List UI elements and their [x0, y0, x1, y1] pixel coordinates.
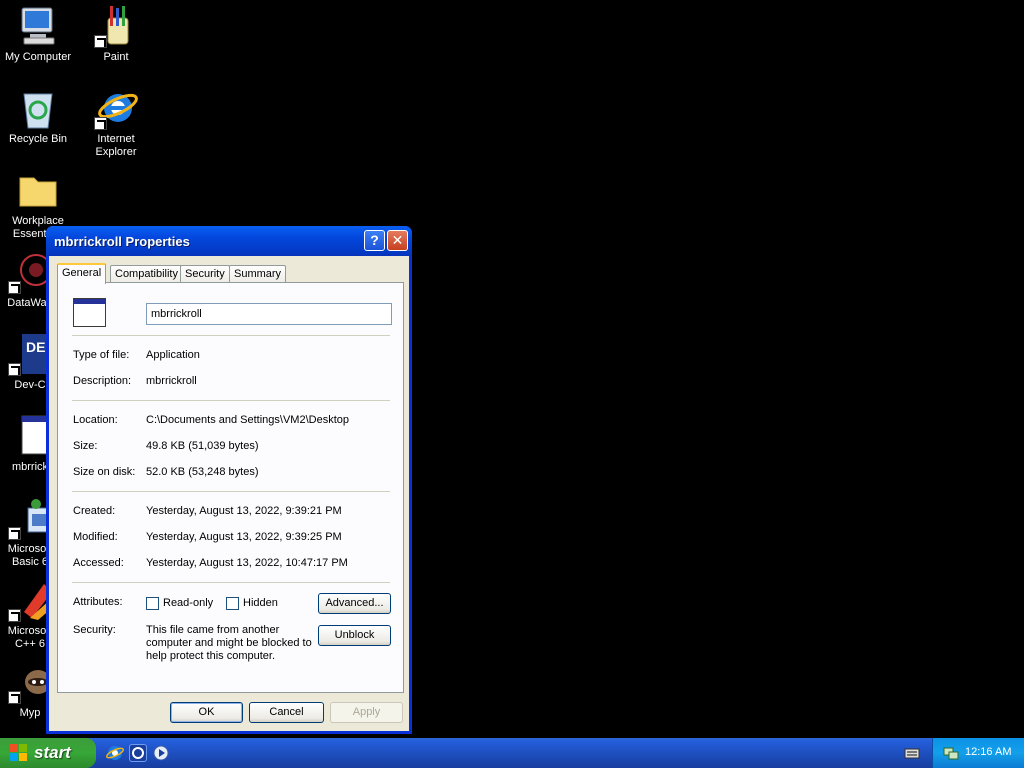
separator [72, 491, 390, 492]
recycle-bin-icon [16, 86, 60, 130]
cancel-button[interactable]: Cancel [249, 702, 324, 723]
security-label: Security: [73, 624, 116, 636]
accessed-label: Accessed: [73, 557, 124, 569]
type-label: Type of file: [73, 349, 130, 361]
separator [72, 400, 390, 401]
separator [72, 335, 390, 336]
desktop-icon-my-computer[interactable]: My Computer [0, 4, 76, 64]
folder-icon [16, 168, 60, 212]
created-label: Created: [73, 505, 116, 517]
type-value: Application [146, 349, 200, 361]
location-value: C:\Documents and Settings\VM2\Desktop [146, 414, 349, 426]
internet-explorer-icon [94, 86, 138, 130]
modified-label: Modified: [73, 531, 118, 543]
shortcut-arrow-icon [8, 609, 21, 622]
unblock-button[interactable]: Unblock [318, 625, 391, 646]
separator [72, 582, 390, 583]
application-icon [73, 298, 106, 327]
shortcut-arrow-icon [8, 363, 21, 376]
location-label: Location: [73, 414, 118, 426]
file-name-input[interactable] [146, 303, 392, 325]
quicklaunch-show-desktop-icon[interactable] [129, 744, 147, 762]
clock[interactable]: 12:16 AM [965, 746, 1011, 758]
quicklaunch-internet-explorer-icon[interactable] [105, 744, 125, 762]
system-tray: 12:16 AM [932, 738, 1024, 768]
close-icon: ✕ [391, 232, 404, 248]
description-label: Description: [73, 375, 132, 387]
question-mark-icon: ? [370, 232, 379, 248]
start-label: start [34, 743, 71, 762]
properties-dialog: mbrrickroll Properties ? ✕ General Compa… [46, 226, 412, 734]
ok-button[interactable]: OK [170, 702, 243, 723]
dialog-titlebar[interactable]: mbrrickroll Properties ? ✕ [46, 226, 412, 256]
advanced-button[interactable]: Advanced... [318, 593, 391, 614]
hidden-checkbox[interactable] [226, 597, 239, 610]
security-message: This file came from another computer and… [146, 624, 312, 662]
modified-value: Yesterday, August 13, 2022, 9:39:25 PM [146, 531, 342, 543]
shortcut-arrow-icon [8, 527, 21, 540]
tab-summary[interactable]: Summary [229, 265, 287, 283]
tab-security[interactable]: Security [180, 265, 230, 283]
attributes-label: Attributes: [73, 596, 123, 608]
size-label: Size: [73, 440, 98, 452]
close-button[interactable]: ✕ [387, 230, 408, 251]
readonly-checkbox[interactable] [146, 597, 159, 610]
apply-button[interactable]: Apply [330, 702, 403, 723]
size-on-disk-label: Size on disk: [73, 466, 136, 478]
network-icon[interactable] [943, 745, 959, 761]
general-tab-panel: Type of file: Application Description: m… [57, 282, 404, 693]
description-value: mbrrickroll [146, 375, 197, 387]
windows-flag-icon [10, 744, 28, 762]
shortcut-arrow-icon [94, 35, 107, 48]
svg-text:DE: DE [26, 339, 45, 355]
my-computer-icon [16, 4, 60, 48]
help-button[interactable]: ? [364, 230, 385, 251]
readonly-label[interactable]: Read-only [163, 597, 213, 609]
hidden-label[interactable]: Hidden [243, 597, 278, 609]
size-on-disk-value: 52.0 KB (53,248 bytes) [146, 466, 259, 478]
desktop-icon-recycle-bin[interactable]: Recycle Bin [0, 86, 76, 146]
shortcut-arrow-icon [8, 281, 21, 294]
tab-compatibility[interactable]: Compatibility [110, 265, 183, 283]
keyboard-icon[interactable] [904, 746, 920, 760]
taskbar: start 12:16 AM [0, 738, 1024, 768]
tab-general[interactable]: General [57, 263, 107, 284]
paint-icon [94, 4, 138, 48]
start-button[interactable]: start [0, 738, 96, 768]
shortcut-arrow-icon [94, 117, 107, 130]
shortcut-arrow-icon [8, 691, 21, 704]
quicklaunch-media-player-icon[interactable] [152, 744, 170, 762]
desktop-icon-paint[interactable]: Paint [78, 4, 154, 64]
accessed-value: Yesterday, August 13, 2022, 10:47:17 PM [146, 557, 348, 569]
created-value: Yesterday, August 13, 2022, 9:39:21 PM [146, 505, 342, 517]
dialog-title: mbrrickroll Properties [54, 234, 190, 249]
size-value: 49.8 KB (51,039 bytes) [146, 440, 259, 452]
desktop-icon-internet-explorer[interactable]: Internet Explorer [78, 86, 154, 159]
